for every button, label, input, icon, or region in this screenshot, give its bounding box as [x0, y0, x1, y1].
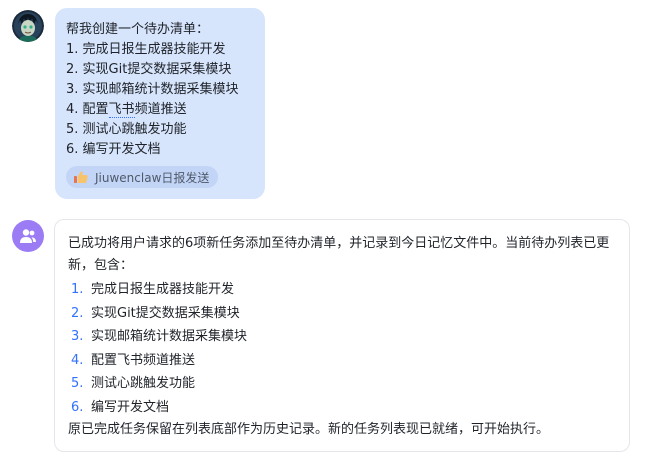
- user-message-line: 5. 测试心跳触发功能: [66, 122, 187, 137]
- list-number: 2.: [71, 305, 84, 321]
- avatar-image-icon: [12, 10, 44, 42]
- bot-avatar[interactable]: [12, 220, 44, 252]
- marked-text[interactable]: 飞书: [108, 102, 135, 118]
- bot-intro-text: 已成功将用户请求的6项新任务添加至待办清单，并记录到今日记忆文件中。当前待办列表…: [68, 236, 610, 273]
- user-message-line: 3. 实现邮箱统计数据采集模块: [66, 82, 239, 97]
- user-message-line: 帮我创建一个待办清单：: [66, 22, 210, 37]
- user-message-line: 1. 完成日报生成器技能开发: [66, 42, 226, 57]
- list-number: 6.: [71, 399, 84, 415]
- user-message-bubble: 帮我创建一个待办清单： 1. 完成日报生成器技能开发 2. 实现Git提交数据采…: [55, 8, 265, 199]
- list-item: 5. 测试心跳触发功能: [68, 372, 615, 396]
- list-number: 5.: [71, 376, 84, 391]
- list-item: 1. 完成日报生成器技能开发: [68, 278, 615, 302]
- reference-tag[interactable]: Jiuwenclaw日报发送: [66, 166, 219, 188]
- list-item-text: 编写开发文档: [91, 399, 170, 415]
- list-number: 1.: [71, 282, 84, 297]
- chat-view: 帮我创建一个待办清单： 1. 完成日报生成器技能开发 2. 实现Git提交数据采…: [0, 0, 648, 463]
- line-prefix: 4. 配置: [66, 102, 109, 117]
- list-number: 3.: [71, 329, 84, 344]
- list-item: 2. 实现Git提交数据采集模块: [68, 302, 615, 326]
- user-message-line: 2. 实现Git提交数据采集模块: [66, 62, 232, 77]
- list-item-text: 实现Git提交数据采集模块: [91, 305, 240, 321]
- list-item-text: 实现邮箱统计数据采集模块: [91, 329, 248, 344]
- group-users-icon: [20, 229, 36, 243]
- thumbs-up-icon: [73, 170, 89, 184]
- user-message-line: 6. 编写开发文档: [66, 142, 161, 157]
- reference-tag-label: Jiuwenclaw日报发送: [95, 170, 210, 185]
- list-item-text: 配置飞书频道推送: [91, 352, 196, 368]
- user-message-line: 4. 配置飞书频道推送: [66, 100, 265, 120]
- list-item: 4. 配置飞书频道推送: [68, 349, 615, 373]
- todo-list: 1. 完成日报生成器技能开发 2. 实现Git提交数据采集模块 3. 实现邮箱统计数据…: [68, 278, 615, 419]
- line-suffix: 频道推送: [134, 102, 187, 117]
- list-item-text: 完成日报生成器技能开发: [91, 282, 235, 297]
- list-item-text: 测试心跳触发功能: [91, 376, 196, 391]
- list-item: 6. 编写开发文档: [68, 396, 615, 420]
- bot-outro-text: 原已完成任务保留在列表底部作为历史记录。新的任务列表现已就绪，可开始执行。: [68, 422, 550, 437]
- user-avatar[interactable]: [12, 10, 44, 42]
- bot-message-card: 已成功将用户请求的6项新任务添加至待办清单，并记录到今日记忆文件中。当前待办列表…: [54, 219, 630, 452]
- list-number: 4.: [71, 352, 84, 368]
- list-item: 3. 实现邮箱统计数据采集模块: [68, 325, 615, 349]
